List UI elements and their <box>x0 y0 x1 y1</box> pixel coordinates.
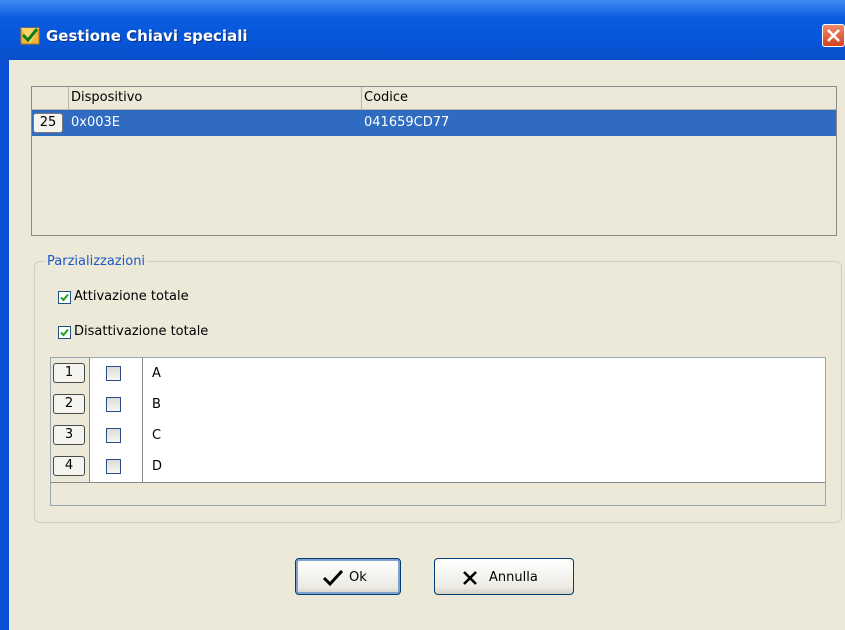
partition-name: B <box>152 397 161 412</box>
checkmark-icon <box>322 569 344 587</box>
checkmark-icon <box>60 293 69 301</box>
shield-check-icon <box>20 27 40 45</box>
table-row[interactable]: 4 D <box>51 451 825 483</box>
window-title: Gestione Chiavi speciali <box>46 27 248 45</box>
cancel-button[interactable]: Annulla <box>434 558 574 595</box>
table-row[interactable]: 1 A <box>51 358 825 390</box>
table-row[interactable]: 3 C <box>51 420 825 452</box>
table-row[interactable]: 2 B <box>51 389 825 421</box>
checkbox-cell <box>90 389 143 420</box>
checkbox-cell <box>90 420 143 451</box>
disattivazione-totale-checkbox[interactable]: Disattivazione totale <box>58 324 208 342</box>
dialog-body: Dispositivo Codice 25 0x003E 041659CD77 … <box>9 60 845 630</box>
partition-checkbox[interactable] <box>106 397 121 412</box>
row-index-cell: 2 <box>51 389 90 420</box>
column-header-dispositivo[interactable]: Dispositivo <box>68 87 361 109</box>
ok-button-label: Ok <box>349 570 367 585</box>
cell-codice[interactable]: 041659CD77 <box>361 110 449 136</box>
devices-table[interactable]: Dispositivo Codice 25 0x003E 041659CD77 <box>31 86 837 236</box>
dialog-window: Gestione Chiavi speciali Dispositivo Cod… <box>0 0 845 630</box>
ok-button[interactable]: Ok <box>295 558 401 595</box>
group-title: Parzializzazioni <box>45 254 148 269</box>
partitions-table[interactable]: 1 A 2 B 3 C 4 D <box>50 357 826 506</box>
close-button[interactable] <box>822 24 845 47</box>
row-index-button[interactable]: 1 <box>53 363 85 383</box>
attivazione-totale-checkbox[interactable]: Attivazione totale <box>58 289 189 307</box>
row-index-cell: 4 <box>51 451 90 482</box>
checkbox-checked[interactable] <box>58 325 71 339</box>
table-row[interactable]: 25 0x003E 041659CD77 <box>32 110 836 136</box>
partition-checkbox[interactable] <box>106 366 121 381</box>
header-corner <box>32 87 68 109</box>
partition-name: D <box>152 459 163 474</box>
title-bar[interactable]: Gestione Chiavi speciali <box>0 0 845 60</box>
partition-checkbox[interactable] <box>106 428 121 443</box>
row-index-cell: 1 <box>51 358 90 389</box>
checkbox-cell <box>90 358 143 389</box>
cell-dispositivo[interactable]: 0x003E <box>68 110 120 136</box>
row-index-button[interactable]: 4 <box>53 456 85 476</box>
partition-name: C <box>152 428 162 443</box>
checkmark-icon <box>60 328 69 336</box>
checkbox-checked[interactable] <box>58 290 71 304</box>
partition-name: A <box>152 366 161 381</box>
row-index-cell: 3 <box>51 420 90 451</box>
checkbox-label: Attivazione totale <box>74 289 189 304</box>
row-index-button[interactable]: 2 <box>53 394 85 414</box>
column-header-codice[interactable]: Codice <box>361 87 836 109</box>
devices-table-header: Dispositivo Codice <box>32 87 836 110</box>
row-index-button[interactable]: 25 <box>33 113 63 133</box>
checkbox-cell <box>90 451 143 482</box>
close-icon <box>827 29 840 42</box>
cancel-button-label: Annulla <box>489 570 538 585</box>
x-icon <box>463 571 477 585</box>
row-index-button[interactable]: 3 <box>53 425 85 445</box>
partition-checkbox[interactable] <box>106 459 121 474</box>
checkbox-label: Disattivazione totale <box>74 324 209 339</box>
